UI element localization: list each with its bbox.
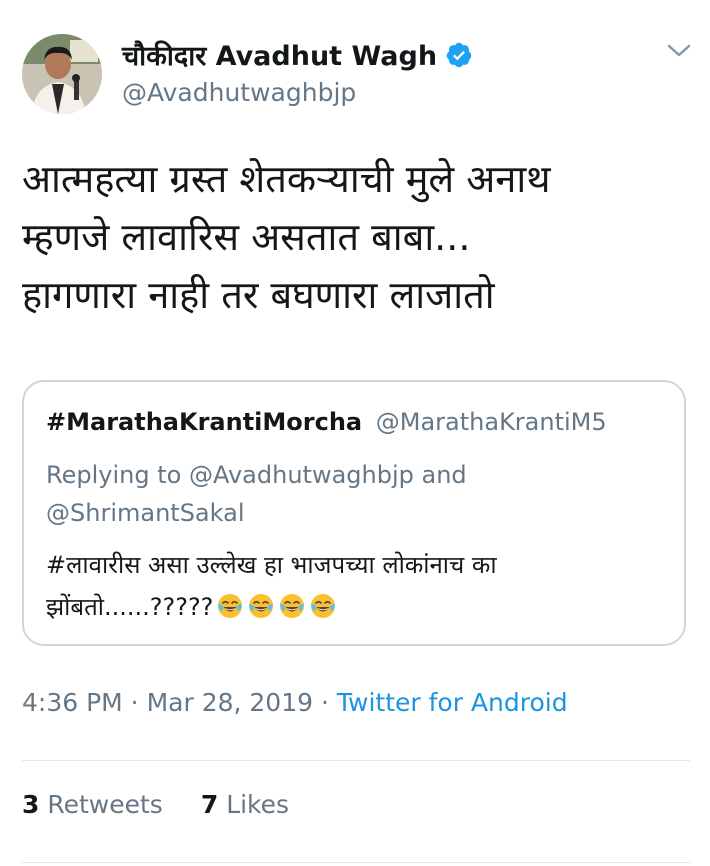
- author-name-text[interactable]: चौकीदार Avadhut Wagh: [122, 36, 437, 73]
- quoted-tweet-text: #लावारीस असा उल्लेख हा भाजपच्या लोकांनाच…: [46, 544, 666, 628]
- tweet-meta: 4:36 PM · Mar 28, 2019 · Twitter for And…: [22, 688, 568, 717]
- author-handle[interactable]: @Avadhutwaghbjp: [122, 78, 356, 107]
- tweet-text-line: हागणारा नाही तर बघणारा लाजातो: [22, 273, 495, 317]
- tweet-source-link[interactable]: Twitter for Android: [337, 688, 568, 717]
- emoji-row: [213, 593, 337, 621]
- author-name[interactable]: चौकीदार Avadhut Wagh: [122, 36, 473, 73]
- tweet-header: चौकीदार Avadhut Wagh @Avadhutwaghbjp: [22, 30, 692, 120]
- quoted-author: #MarathaKrantiMorcha @MarathaKrantiM5: [46, 408, 607, 436]
- retweets-label: Retweets: [47, 790, 163, 819]
- tweet-stats: 3 Retweets 7 Likes: [22, 790, 289, 819]
- meta-separator: ·: [122, 688, 147, 717]
- likes-stat[interactable]: 7 Likes: [201, 790, 289, 819]
- replying-prefix: Replying to: [46, 461, 182, 489]
- tweet-text-line: म्हणजे लावारिस असतात बाबा...: [22, 215, 471, 259]
- quoted-tweet-card[interactable]: #MarathaKrantiMorcha @MarathaKrantiM5 Re…: [22, 380, 686, 646]
- tweet-text: आत्महत्या ग्रस्त शेतकऱ्याची मुले अनाथ म्…: [22, 150, 692, 324]
- replying-and: and: [421, 461, 467, 489]
- meta-separator: ·: [313, 688, 337, 717]
- author-avatar[interactable]: [22, 34, 102, 114]
- verified-badge-icon: [446, 42, 472, 67]
- tears-of-joy-icon: [249, 594, 274, 618]
- replying-to: Replying to @Avadhutwaghbjp and @Shriman…: [46, 456, 666, 532]
- quoted-text-line-content: झोंबतो......?????: [46, 593, 214, 621]
- tweet-date[interactable]: Mar 28, 2019: [147, 688, 313, 717]
- tears-of-joy-icon: [218, 594, 243, 618]
- divider: [22, 862, 690, 863]
- quoted-text-line-2: झोंबतो......?????: [46, 586, 666, 628]
- reply-mention-1[interactable]: @Avadhutwaghbjp: [189, 461, 414, 489]
- likes-count: 7: [200, 790, 219, 819]
- retweets-count: 3: [22, 790, 40, 819]
- tweet-text-line: आत्महत्या ग्रस्त शेतकऱ्याची मुले अनाथ: [22, 157, 551, 201]
- tears-of-joy-icon: [280, 594, 305, 618]
- quoted-author-name: #MarathaKrantiMorcha: [46, 408, 363, 436]
- likes-label: Likes: [226, 790, 290, 819]
- retweets-stat[interactable]: 3 Retweets: [22, 790, 163, 819]
- quoted-text-line: #लावारीस असा उल्लेख हा भाजपच्या लोकांनाच…: [46, 551, 497, 579]
- profile-photo-icon: [22, 34, 102, 114]
- tweet-time[interactable]: 4:36 PM: [22, 688, 123, 717]
- reply-mention-2[interactable]: @ShrimantSakal: [46, 499, 244, 527]
- tears-of-joy-icon: [311, 594, 336, 618]
- chevron-down-icon[interactable]: [666, 40, 692, 60]
- quoted-author-handle: @MarathaKrantiM5: [375, 408, 607, 436]
- divider: [22, 760, 690, 761]
